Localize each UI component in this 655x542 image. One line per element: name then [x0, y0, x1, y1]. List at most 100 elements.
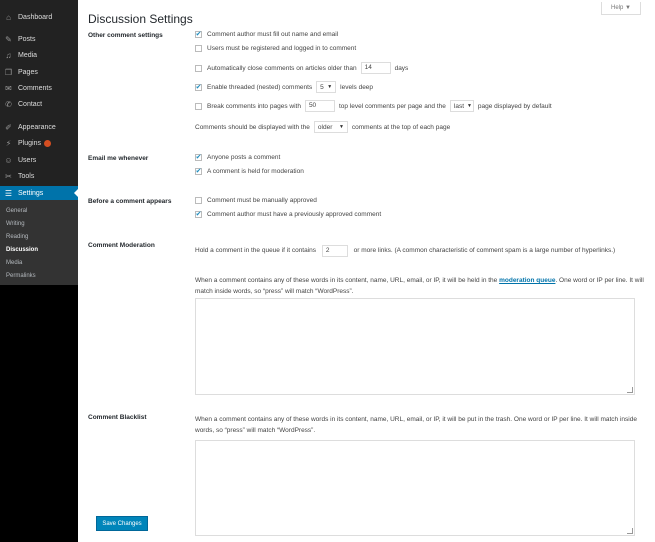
comment-order-select[interactable]: older ▼ — [313, 121, 348, 133]
close-days-input[interactable]: 14 — [360, 62, 391, 74]
tools-icon: ✂ — [5, 171, 12, 181]
email-settings-label: Email me whenever — [88, 155, 149, 162]
manual-approval-checkbox[interactable] — [195, 197, 202, 204]
option-label: Automatically close comments on articles… — [207, 64, 357, 72]
require-name-email-option: ✔ Comment author must fill out name and … — [195, 31, 338, 38]
submenu-discussion[interactable]: Discussion — [6, 247, 38, 253]
help-tab-button[interactable]: Help ▼ — [601, 2, 641, 15]
sidebar-item-media[interactable]: ♫ Media — [0, 48, 78, 62]
submenu-general[interactable]: General — [6, 208, 27, 214]
comments-per-page-input[interactable]: 50 — [304, 100, 335, 112]
sidebar-item-label: Users — [18, 156, 37, 164]
chevron-down-icon: ▼ — [327, 84, 333, 90]
pin-icon: ✎ — [5, 34, 12, 44]
media-icon: ♫ — [5, 50, 12, 60]
thread-depth-value: 5 — [320, 83, 324, 91]
paged-comments-checkbox[interactable] — [195, 102, 202, 110]
sidebar-item-label: Media — [18, 51, 38, 59]
settings-icon: ☰ — [4, 188, 13, 198]
submenu-writing[interactable]: Writing — [6, 221, 25, 227]
option-label: Comments should be displayed with the — [195, 123, 310, 131]
previously-approved-checkbox[interactable]: ✔ — [195, 211, 202, 218]
require-name-email-checkbox[interactable]: ✔ — [195, 31, 202, 38]
default-page-select[interactable]: last ▼ — [449, 100, 474, 112]
option-label: page displayed by default — [477, 102, 552, 110]
moderation-links-text: Hold a comment in the queue if it contai… — [195, 245, 645, 257]
option-label: Comment must be manually approved — [207, 197, 317, 204]
blacklist-keys-textarea[interactable] — [195, 440, 635, 536]
threaded-comments-checkbox[interactable]: ✔ — [195, 83, 202, 91]
submenu-permalinks[interactable]: Permalinks — [6, 273, 36, 279]
moderation-queue-link[interactable]: moderation queue — [499, 277, 555, 284]
comments-icon: ✉ — [5, 83, 12, 93]
moderation-keys-textarea[interactable] — [195, 298, 635, 395]
sidebar-item-appearance[interactable]: ✐ Appearance — [0, 120, 78, 134]
users-icon: ☺ — [4, 155, 13, 165]
admin-sidebar: ⌂ Dashboard ✎ Posts ♫ Media ❒ Pages ✉ Co… — [0, 0, 78, 542]
option-label: Enable threaded (nested) comments — [207, 83, 313, 91]
sidebar-item-label: Appearance — [18, 123, 56, 131]
sidebar-item-tools[interactable]: ✂ Tools — [0, 169, 78, 183]
pages-icon: ❒ — [4, 67, 13, 77]
sidebar-item-posts[interactable]: ✎ Posts — [0, 32, 78, 46]
sidebar-item-comments[interactable]: ✉ Comments — [0, 81, 78, 95]
registered-only-option: Users must be registered and logged in t… — [195, 45, 356, 52]
settings-submenu: General Writing Reading Discussion Media… — [0, 200, 78, 285]
option-label: top level comments per page and the — [338, 102, 446, 110]
sidebar-item-contact[interactable]: ✆ Contact — [0, 97, 78, 111]
sidebar-item-plugins[interactable]: ⚡ Plugins — [0, 136, 78, 150]
option-label: days — [394, 64, 409, 72]
sidebar-item-dashboard[interactable]: ⌂ Dashboard — [0, 10, 78, 24]
moderation-links-input[interactable]: 2 — [321, 245, 348, 257]
default-page-value: last — [453, 102, 465, 110]
dashboard-icon: ⌂ — [6, 12, 11, 22]
chevron-down-icon: ▼ — [467, 103, 472, 109]
option-label: levels deep — [340, 83, 374, 91]
option-label: A comment is held for moderation — [207, 168, 304, 175]
moderation-description: When a comment contains any of these wor… — [195, 275, 645, 297]
blacklist-label: Comment Blacklist — [88, 414, 147, 421]
sidebar-item-label: Settings — [18, 189, 44, 197]
option-label: Users must be registered and logged in t… — [207, 45, 357, 52]
save-changes-button[interactable]: Save Changes — [96, 516, 148, 531]
anyone-posts-option: ✔ Anyone posts a comment — [195, 154, 280, 161]
sidebar-item-label: Tools — [18, 172, 35, 180]
submenu-reading[interactable]: Reading — [6, 234, 28, 240]
sidebar-item-pages[interactable]: ❒ Pages — [0, 65, 78, 79]
anyone-posts-checkbox[interactable]: ✔ — [195, 154, 202, 161]
update-count-badge — [43, 139, 51, 147]
appearance-icon: ✐ — [5, 122, 12, 132]
close-comments-checkbox[interactable] — [195, 64, 202, 72]
previously-approved-option: ✔ Comment author must have a previously … — [195, 211, 381, 218]
sidebar-item-label: Pages — [18, 68, 38, 76]
registered-only-checkbox[interactable] — [195, 45, 202, 52]
before-appears-label: Before a comment appears — [88, 198, 172, 205]
paged-comments-option: Break comments into pages with 50 top le… — [195, 100, 552, 112]
other-settings-label: Other comment settings — [88, 32, 163, 39]
contact-icon: ✆ — [5, 99, 12, 109]
held-moderation-option: ✔ A comment is held for moderation — [195, 168, 304, 175]
chevron-down-icon: ▼ — [338, 124, 344, 130]
manual-approval-option: Comment must be manually approved — [195, 197, 317, 204]
sidebar-item-settings[interactable]: ☰ Settings — [0, 186, 78, 200]
sidebar-item-users[interactable]: ☺ Users — [0, 153, 78, 167]
sidebar-item-label: Comments — [18, 84, 52, 92]
submenu-media[interactable]: Media — [6, 260, 22, 266]
option-label: Comment author must fill out name and em… — [207, 31, 339, 38]
option-label: comments at the top of each page — [351, 123, 451, 131]
sidebar-item-label: Contact — [18, 100, 43, 108]
thread-depth-select[interactable]: 5 ▼ — [316, 81, 337, 93]
comment-order-option: Comments should be displayed with the ol… — [195, 121, 450, 133]
held-moderation-checkbox[interactable]: ✔ — [195, 168, 202, 175]
close-comments-option: Automatically close comments on articles… — [195, 62, 408, 74]
text: When a comment contains any of these wor… — [195, 277, 498, 284]
sidebar-item-label: Posts — [18, 35, 36, 43]
sidebar-item-label: Plugins — [18, 139, 41, 147]
text: Hold a comment in the queue if it contai… — [195, 247, 317, 254]
comment-order-value: older — [317, 123, 333, 131]
option-label: Anyone posts a comment — [207, 154, 281, 161]
sidebar-item-label: Dashboard — [18, 13, 53, 21]
blacklist-description: When a comment contains any of these wor… — [195, 416, 637, 434]
text: or more links. (A common characteristic … — [353, 247, 616, 254]
option-label: Comment author must have a previously ap… — [207, 211, 382, 218]
